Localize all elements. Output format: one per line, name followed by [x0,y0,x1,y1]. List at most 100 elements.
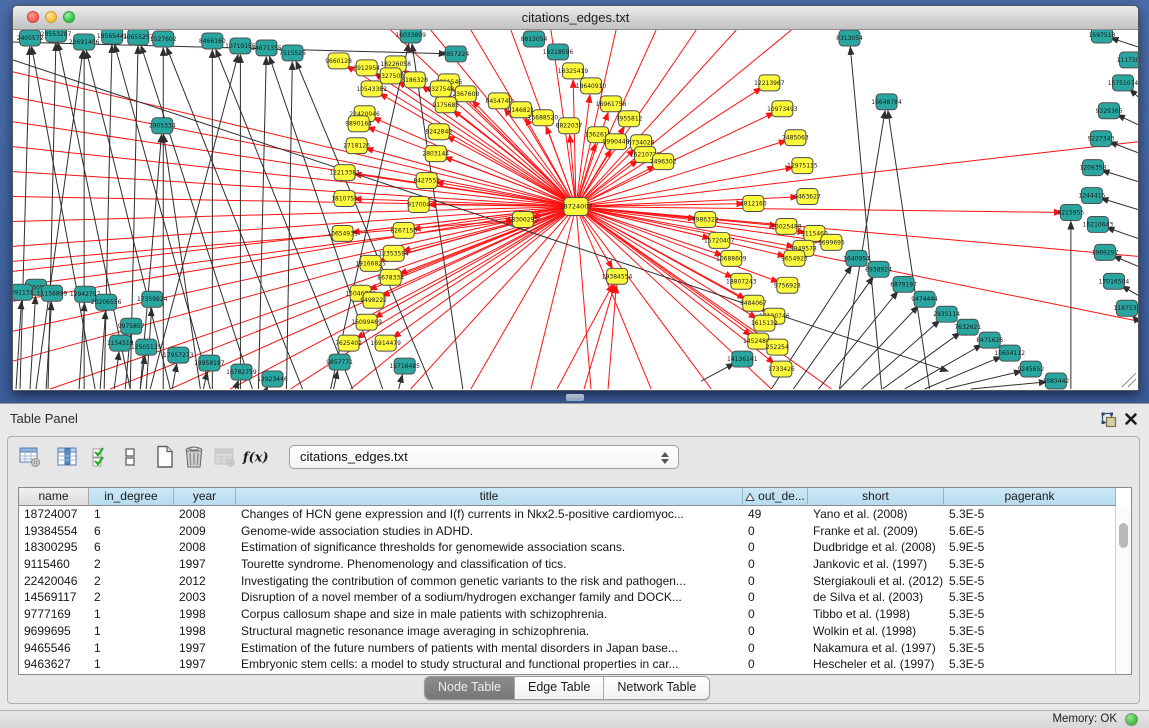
graph-node-label: 8427552 [413,178,440,185]
graph-node-label: 1209358 [1080,165,1107,172]
tab-edge-table[interactable]: Edge Table [515,677,604,699]
graph-node-label: 917004 [407,202,430,209]
float-panel-icon[interactable] [1101,412,1117,428]
table-cell: 0 [743,523,808,540]
show-columns-button[interactable] [53,443,81,471]
graph-node-label: 1597518 [1089,32,1116,39]
stacked-rows-icon [123,446,137,468]
graph-node-label: 18640910 [576,83,607,90]
table-row[interactable]: 969969511998Structural magnetic resonanc… [19,623,1131,640]
table-cell: 9699695 [19,623,89,640]
zoom-window-button[interactable] [63,11,75,23]
graph-node-label: 8813054 [521,36,548,43]
delete-column-button[interactable] [180,443,208,471]
table-cell: 0 [743,640,808,657]
row-height-button[interactable] [116,443,144,471]
graph-node-label: 10543382 [356,86,387,93]
table-cell: 1998 [174,606,236,623]
close-window-button[interactable] [27,11,39,23]
graph-node-label: 15688520 [528,115,559,122]
graph-node-label: 12975115 [787,163,818,170]
table-row[interactable]: 977716911998Corpus callosum shape and si… [19,606,1131,623]
table-row[interactable]: 946362711997Embryonic stem cells: a mode… [19,656,1131,673]
table-cell: 1 [89,623,174,640]
tab-node-table[interactable]: Node Table [425,677,515,699]
network-canvas[interactable]: 2405572205532872069140619565441106552571… [13,30,1138,390]
graph-node-label: 1640954 [843,255,870,262]
memory-ok-indicator [1125,713,1138,726]
column-header-short[interactable]: short [808,488,944,506]
graph-node-label: 17957273 [163,352,194,359]
network-view-window[interactable]: citations_edges.txt 24055722055328720691… [12,5,1139,391]
table-cell: 19384554 [19,523,89,540]
table-cell: Hescheler et al. (1997) [808,656,944,673]
column-header-title[interactable]: title [236,488,743,506]
table-row[interactable]: 946554611997Estimation of the future num… [19,640,1131,657]
column-header-label: year [193,488,216,505]
table-cell: 0 [743,589,808,606]
graph-node-label: 8822037 [556,123,583,130]
table-row[interactable]: 1872400712008Changes of HCN gene express… [19,506,1131,523]
column-header-pagerank[interactable]: pagerank [944,488,1116,506]
table-selector-value: citations_edges.txt [300,449,408,464]
table-row[interactable]: 1456911722003Disruption of a novel membe… [19,589,1131,606]
column-header-in_degree[interactable]: in_degree [89,488,174,506]
minimize-window-button[interactable] [45,11,57,23]
graph-node-label: 10025488 [771,223,802,230]
table-cell: Tourette syndrome. Phenomenology and cla… [236,556,743,573]
graph-node-label: 8215955 [1058,209,1085,216]
graph-node-label: 1244415 [1079,193,1106,200]
table-cell: 0 [743,623,808,640]
graph-node-label: 14671355 [251,45,282,52]
table-scrollbar[interactable] [1115,506,1131,674]
splitter-handle[interactable] [566,394,584,401]
table-selector-dropdown[interactable]: citations_edges.txt [289,445,679,469]
window-title: citations_edges.txt [13,6,1138,29]
graph-node-label: 9660128 [325,58,352,65]
graph-node-label: 9756928 [774,282,801,289]
column-header-year[interactable]: year [174,488,236,506]
graph-node-label: 2405572 [17,35,44,42]
column-header-name[interactable]: name [19,488,89,506]
table-row[interactable]: 1938455462009Genome-wide association stu… [19,523,1131,540]
table-body: 1872400712008Changes of HCN gene express… [19,506,1131,673]
function-builder-button[interactable]: f(x) [241,443,269,471]
table-cell: Nakamura et al. (1997) [808,640,944,657]
table-cell: 5.3E-5 [944,640,1116,657]
graph-node-label: 18325419 [558,68,589,75]
graph-node-label: 9890164 [345,121,372,128]
graph-node-label: 9463627 [794,194,821,201]
table-cell: 9463627 [19,656,89,673]
graph-node-label: 8267150 [390,227,417,234]
create-column-button[interactable] [151,443,179,471]
graph-node-label: 1615132 [751,320,778,327]
graph-node-label: 15751074 [1108,80,1138,87]
close-panel-icon[interactable] [1124,412,1138,426]
table-cell: 5.5E-5 [944,573,1116,590]
window-titlebar[interactable]: citations_edges.txt [13,6,1138,30]
column-header-out_de[interactable]: out_de... [743,488,808,506]
graph-node-label: 2367608 [452,91,479,98]
table-cell: Yano et al. (2008) [808,506,944,523]
show-columns-icon [56,446,78,468]
graph-node-label: 20691406 [69,39,100,46]
select-columns-button[interactable] [88,443,116,471]
table-scrollbar-thumb[interactable] [1119,523,1128,548]
delete-table-button[interactable] [211,443,239,471]
graph-node-label: 7632621 [954,324,981,331]
graph-node-label: 15716485 [389,363,420,370]
svg-text:f(x): f(x) [242,451,269,466]
citation-network-graph[interactable]: 2405572205532872069140619565441106552571… [13,30,1138,390]
table-row[interactable]: 1830029562008Estimation of significance … [19,539,1131,556]
graph-node-label: 8454749 [486,98,513,105]
table-row[interactable]: 911546021997Tourette syndrome. Phenomeno… [19,556,1131,573]
table-mode-button[interactable] [16,443,44,471]
table-panel-body: f(x) citations_edges.txt namein_degree ye… [7,436,1140,704]
table-cell: 2 [89,589,174,606]
table-cell: 0 [743,539,808,556]
graph-node-label: 12353594 [378,250,409,257]
table-row[interactable]: 2242004622012Investigating the contribut… [19,573,1131,590]
tab-network-table[interactable]: Network Table [604,677,709,699]
column-header-label: out_de... [758,488,805,505]
table-cell: 2008 [174,539,236,556]
